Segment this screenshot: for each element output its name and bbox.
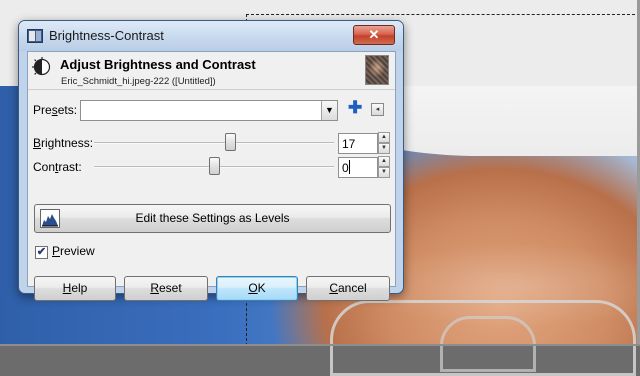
preview-label-accel: P <box>52 244 61 258</box>
presets-label-prefix: Pre <box>33 103 52 117</box>
thumbnail-texture <box>366 56 388 84</box>
dialog-heading: Adjust Brightness and Contrast <box>60 57 256 72</box>
brightness-label-rest: rightness: <box>41 136 94 150</box>
text-cursor <box>349 160 350 174</box>
image-name: Eric_Schmidt_hi.jpeg-222 ([Untitled]) <box>61 76 216 87</box>
ok-button-rest: K <box>257 281 266 295</box>
help-button-rest: elp <box>71 281 88 295</box>
selection-border-top <box>246 14 640 15</box>
dialog-header: Adjust Brightness and Contrast Eric_Schm… <box>28 52 395 90</box>
contrast-value: 0 <box>342 161 349 175</box>
brightness-spinbox[interactable]: 17 <box>338 133 378 154</box>
contrast-slider-handle[interactable] <box>208 157 220 175</box>
contrast-decrement-icon[interactable]: ▼ <box>378 167 390 178</box>
dialog-titlebar[interactable]: Brightness-Contrast ✕ <box>19 21 403 51</box>
chevron-down-icon[interactable]: ▼ <box>321 101 337 120</box>
edit-as-levels-label: Edit these Settings as Levels <box>135 211 290 225</box>
brightness-label-accel: B <box>33 136 42 150</box>
contrast-increment-icon[interactable]: ▲ <box>378 156 390 167</box>
brightness-slider-track[interactable] <box>94 142 334 144</box>
brightness-slider-handle[interactable] <box>224 133 236 151</box>
help-button[interactable]: Help <box>34 276 116 301</box>
preview-label-rest: review <box>60 244 95 258</box>
preview-label[interactable]: Preview <box>52 244 95 258</box>
contrast-label: Contrast: <box>33 160 82 174</box>
close-icon: ✕ <box>368 27 380 42</box>
gimp-app-icon <box>27 29 43 43</box>
reset-button-rest: eset <box>158 281 182 295</box>
ok-button-accel: O <box>248 281 258 295</box>
header-divider <box>28 89 395 90</box>
brightness-label: Brightness: <box>33 136 93 150</box>
cancel-button-accel: C <box>329 281 338 295</box>
add-preset-icon[interactable]: ✚ <box>348 99 362 117</box>
contrast-label-rest: rast: <box>58 160 82 174</box>
brightness-decrement-icon[interactable]: ▼ <box>378 143 390 154</box>
brightness-value: 17 <box>342 137 356 151</box>
brightness-contrast-dialog: Brightness-Contrast ✕ Adjust Brightness … <box>18 20 404 301</box>
presets-label-suffix: ets: <box>57 103 78 117</box>
presets-combobox[interactable]: ▼ <box>80 100 338 121</box>
preview-checkbox[interactable]: ✔ <box>35 246 48 259</box>
contrast-label-prefix: Con <box>33 160 56 174</box>
presets-label: Presets: <box>33 103 77 117</box>
cancel-button-rest: ancel <box>337 281 367 295</box>
close-button[interactable]: ✕ <box>353 25 395 45</box>
reset-button-accel: R <box>150 281 159 295</box>
dialog-content: Adjust Brightness and Contrast Eric_Schm… <box>27 51 396 301</box>
image-thumbnail <box>365 55 389 85</box>
ok-button[interactable]: OK <box>216 276 298 301</box>
brightness-contrast-icon <box>32 57 51 76</box>
cancel-button[interactable]: Cancel <box>306 276 390 301</box>
contrast-spinbox[interactable]: 0 <box>338 157 378 178</box>
preset-menu-icon[interactable]: ◂ <box>371 103 384 116</box>
dialog-title: Brightness-Contrast <box>49 28 164 43</box>
brightness-increment-icon[interactable]: ▲ <box>378 132 390 143</box>
reset-button[interactable]: Reset <box>124 276 208 301</box>
edit-as-levels-button[interactable]: Edit these Settings as Levels <box>34 204 391 233</box>
